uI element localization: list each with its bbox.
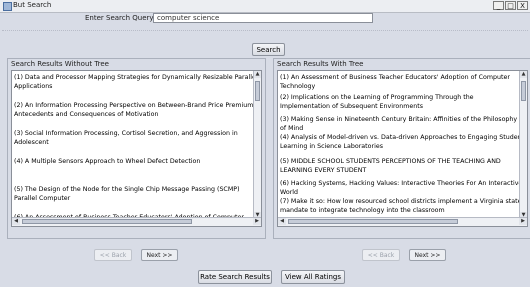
scroll-left-icon[interactable]: ◀	[278, 218, 286, 225]
scroll-up-icon[interactable]: ▲	[254, 71, 261, 78]
left-back-button[interactable]: << Back	[94, 249, 132, 261]
right-next-button[interactable]: Next >>	[409, 249, 446, 261]
query-label: Enter Search Query:	[85, 14, 156, 22]
search-query-input[interactable]: computer science	[153, 13, 373, 23]
horizontal-scrollbar[interactable]: ◀ ▶	[12, 217, 261, 226]
list-item[interactable]: (4) A Multiple Sensors Approach to Wheel…	[12, 155, 261, 183]
list-item[interactable]: (5) The Design of the Node for the Singl…	[12, 183, 261, 211]
vertical-scrollbar[interactable]: ▲ ▼	[253, 71, 261, 219]
list-item[interactable]: (4) Analysis of Model-driven vs. Data-dr…	[278, 131, 527, 155]
scroll-right-icon[interactable]: ▶	[519, 218, 527, 225]
list-item[interactable]: (5) MIDDLE SCHOOL STUDENTS PERCEPTIONS O…	[278, 155, 527, 177]
results-with-tree-panel: Search Results With Tree (1) An Assessme…	[273, 58, 530, 239]
view-all-ratings-button[interactable]: View All Ratings	[281, 270, 345, 284]
list-item[interactable]: (3) Making Sense in Nineteenth Century B…	[278, 113, 527, 131]
search-button[interactable]: Search	[252, 43, 285, 56]
results-list[interactable]: (1) Data and Processor Mapping Strategie…	[11, 70, 262, 227]
list-item[interactable]: (2) An Information Processing Perspectiv…	[12, 99, 261, 127]
maximize-button[interactable]: □	[505, 1, 516, 10]
list-item[interactable]: (1) An Assessment of Business Teacher Ed…	[278, 71, 527, 91]
scroll-thumb[interactable]	[521, 81, 526, 101]
results-list[interactable]: (1) An Assessment of Business Teacher Ed…	[277, 70, 528, 227]
panel-label: Search Results Without Tree	[11, 60, 109, 68]
list-item[interactable]: (2) Implications on the Learning of Prog…	[278, 91, 527, 113]
panel-label: Search Results With Tree	[277, 60, 364, 68]
scroll-thumb[interactable]	[22, 219, 192, 224]
minimize-button[interactable]: _	[493, 1, 504, 10]
separator	[2, 30, 528, 31]
list-item[interactable]: (3) Social Information Processing, Corti…	[12, 127, 261, 155]
right-back-button[interactable]: << Back	[362, 249, 400, 261]
list-item[interactable]: (1) Data and Processor Mapping Strategie…	[12, 71, 261, 99]
window-title: But Search	[13, 1, 52, 9]
vertical-scrollbar[interactable]: ▲ ▼	[519, 71, 527, 219]
scroll-thumb[interactable]	[255, 81, 260, 101]
close-button[interactable]: X	[517, 1, 528, 10]
scroll-thumb[interactable]	[288, 219, 458, 224]
rate-search-results-button[interactable]: Rate Search Results	[198, 270, 272, 284]
scroll-left-icon[interactable]: ◀	[12, 218, 20, 225]
app-icon	[3, 2, 12, 11]
list-item[interactable]: (6) Hacking Systems, Hacking Values: Int…	[278, 177, 527, 195]
results-without-tree-panel: Search Results Without Tree (1) Data and…	[7, 58, 266, 239]
scroll-up-icon[interactable]: ▲	[520, 71, 527, 78]
left-next-button[interactable]: Next >>	[141, 249, 178, 261]
scroll-right-icon[interactable]: ▶	[253, 218, 261, 225]
title-bar: But Search _ □ X	[0, 0, 530, 13]
horizontal-scrollbar[interactable]: ◀ ▶	[278, 217, 527, 226]
